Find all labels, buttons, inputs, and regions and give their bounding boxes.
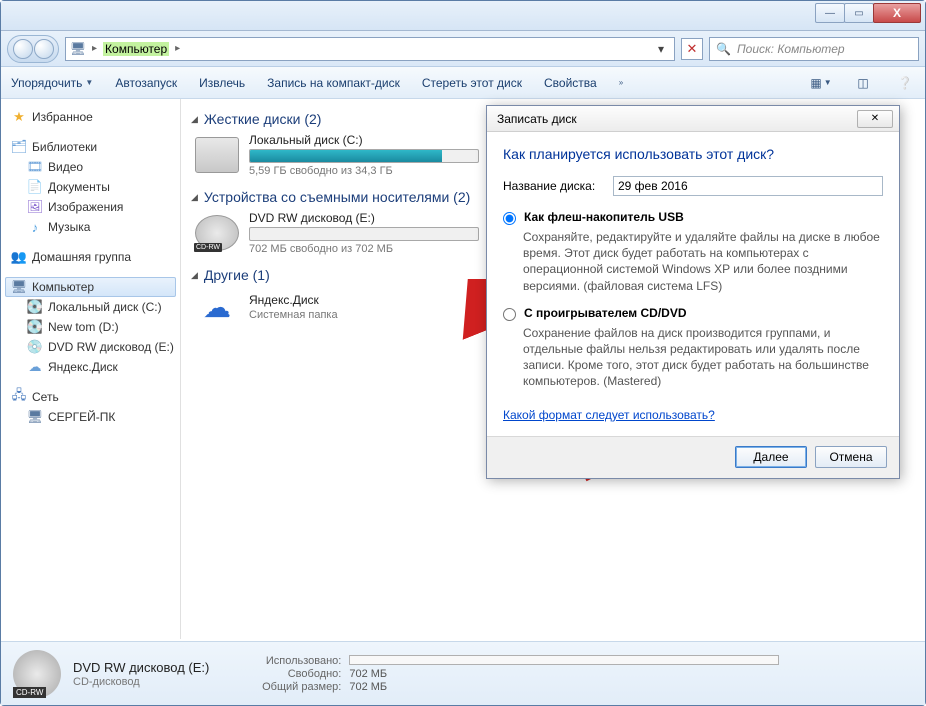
organize-menu[interactable]: Упорядочить▼ xyxy=(11,76,93,90)
capacity-bar xyxy=(249,227,479,241)
document-icon: 📄 xyxy=(27,179,43,195)
dvd-icon: 💿 xyxy=(27,339,43,355)
preview-pane-icon[interactable]: ◫ xyxy=(853,73,873,93)
stop-refresh-button[interactable]: ✕ xyxy=(681,38,703,60)
option-cd-dvd[interactable]: С проигрывателем CD/DVD xyxy=(503,306,883,321)
disk-icon: 💽 xyxy=(27,319,43,335)
status-sub: CD-дисковод xyxy=(73,676,209,688)
total-label: Общий размер: xyxy=(241,681,341,693)
disk-icon: 💽 xyxy=(27,299,43,315)
network-icon: 🖧 xyxy=(11,389,27,405)
back-icon[interactable] xyxy=(13,39,33,59)
capacity-bar xyxy=(249,149,479,163)
radio-usb[interactable] xyxy=(503,212,516,225)
disc-name-input[interactable] xyxy=(613,176,883,196)
properties-button[interactable]: Свойства xyxy=(544,76,597,90)
breadcrumb-computer[interactable]: Компьютер xyxy=(103,42,169,56)
forward-icon[interactable] xyxy=(34,39,54,59)
sidebar-sergey-pk[interactable]: 🖥СЕРГЕЙ-ПК xyxy=(5,407,176,427)
minimize-button[interactable]: — xyxy=(815,3,845,23)
sidebar-favorites[interactable]: ★Избранное xyxy=(5,107,176,127)
sidebar-dvd-rw-e[interactable]: 💿DVD RW дисковод (E:) xyxy=(5,337,176,357)
breadcrumb-sep-icon: ▸ xyxy=(175,43,180,54)
sidebar-pictures[interactable]: 🖼Изображения xyxy=(5,197,176,217)
navigation-sidebar: ★Избранное 🗂Библиотеки 🎞Видео 📄Документы… xyxy=(1,99,181,639)
drive-sub: 702 МБ свободно из 702 МБ xyxy=(249,243,479,255)
eject-button[interactable]: Извлечь xyxy=(199,76,245,90)
radio-cddvd[interactable] xyxy=(503,308,516,321)
sidebar-local-disk-c[interactable]: 💽Локальный диск (C:) xyxy=(5,297,176,317)
total-value: 702 МБ xyxy=(349,681,387,693)
drive-sub: 5,59 ГБ свободно из 34,3 ГБ xyxy=(249,165,479,177)
next-button[interactable]: Далее xyxy=(735,446,807,468)
homegroup-icon: 👥 xyxy=(11,249,27,265)
video-icon: 🎞 xyxy=(27,159,43,175)
sidebar-yandex-disk[interactable]: ☁Яндекс.Диск xyxy=(5,357,176,377)
cancel-button[interactable]: Отмена xyxy=(815,446,887,468)
star-icon: ★ xyxy=(11,109,27,125)
dvd-icon: CD-RW xyxy=(13,650,61,698)
option-usb-desc: Сохраняйте, редактируйте и удаляйте файл… xyxy=(523,229,883,294)
address-bar[interactable]: 🖥 ▸ Компьютер ▸ ▾ xyxy=(65,37,675,61)
music-icon: ♪ xyxy=(27,219,43,235)
sidebar-videos[interactable]: 🎞Видео xyxy=(5,157,176,177)
libraries-icon: 🗂 xyxy=(11,139,27,155)
search-placeholder: Поиск: Компьютер xyxy=(737,42,845,56)
format-help-link[interactable]: Какой формат следует использовать? xyxy=(503,408,715,422)
more-menu[interactable]: » xyxy=(619,78,623,87)
view-options-icon[interactable]: ▦▼ xyxy=(811,73,831,93)
burn-disc-dialog: Записать диск ✕ Как планируется использо… xyxy=(486,105,900,479)
used-label: Использовано: xyxy=(241,655,341,667)
option-usb-flash[interactable]: Как флеш-накопитель USB xyxy=(503,210,883,225)
autoplay-button[interactable]: Автозапуск xyxy=(115,76,177,90)
help-icon[interactable]: ❔ xyxy=(895,73,915,93)
computer-icon: 🖥 xyxy=(70,41,86,57)
maximize-button[interactable]: ▭ xyxy=(844,3,874,23)
dialog-close-button[interactable]: ✕ xyxy=(857,110,893,128)
hdd-icon xyxy=(195,137,239,173)
used-bar xyxy=(349,655,779,665)
close-button[interactable]: X xyxy=(873,3,921,23)
dialog-titlebar[interactable]: Записать диск ✕ xyxy=(487,106,899,132)
nav-back-forward[interactable] xyxy=(7,35,59,63)
sidebar-new-tom-d[interactable]: 💽New tom (D:) xyxy=(5,317,176,337)
sidebar-network[interactable]: 🖧Сеть xyxy=(5,387,176,407)
free-value: 702 МБ xyxy=(349,668,387,680)
drive-title: Локальный диск (C:) xyxy=(249,133,479,147)
drive-title: Яндекс.Диск xyxy=(249,293,338,307)
status-title: DVD RW дисковод (E:) xyxy=(73,660,209,675)
sidebar-homegroup[interactable]: 👥Домашняя группа xyxy=(5,247,176,267)
erase-button[interactable]: Стереть этот диск xyxy=(422,76,522,90)
address-dropdown-icon[interactable]: ▾ xyxy=(652,42,670,56)
address-row: 🖥 ▸ Компьютер ▸ ▾ ✕ 🔍 Поиск: Компьютер xyxy=(1,31,925,67)
search-input[interactable]: 🔍 Поиск: Компьютер xyxy=(709,37,919,61)
burn-button[interactable]: Запись на компакт-диск xyxy=(267,76,400,90)
drive-sub: Системная папка xyxy=(249,309,338,321)
cloud-icon: ☁ xyxy=(27,359,43,375)
sidebar-computer[interactable]: 🖥Компьютер xyxy=(5,277,176,297)
search-icon: 🔍 xyxy=(716,42,731,56)
details-pane: CD-RW DVD RW дисковод (E:) CD-дисковод И… xyxy=(1,641,925,705)
sidebar-libraries[interactable]: 🗂Библиотеки xyxy=(5,137,176,157)
sidebar-music[interactable]: ♪Музыка xyxy=(5,217,176,237)
dialog-title: Записать диск xyxy=(497,112,577,126)
breadcrumb-sep-icon: ▸ xyxy=(92,43,97,54)
dialog-question: Как планируется использовать этот диск? xyxy=(503,146,883,162)
command-toolbar: Упорядочить▼ Автозапуск Извлечь Запись н… xyxy=(1,67,925,99)
window-titlebar: — ▭ X xyxy=(1,1,925,31)
sidebar-documents[interactable]: 📄Документы xyxy=(5,177,176,197)
pc-icon: 🖥 xyxy=(27,409,43,425)
option-cddvd-desc: Сохранение файлов на диск производится г… xyxy=(523,325,883,390)
dvd-icon: CD-RW xyxy=(195,215,239,251)
free-label: Свободно: xyxy=(241,668,341,680)
cloud-icon: ☁ xyxy=(195,289,239,325)
pictures-icon: 🖼 xyxy=(27,199,43,215)
computer-icon: 🖥 xyxy=(11,279,27,295)
disc-name-label: Название диска: xyxy=(503,179,603,193)
drive-title: DVD RW дисковод (E:) xyxy=(249,211,479,225)
